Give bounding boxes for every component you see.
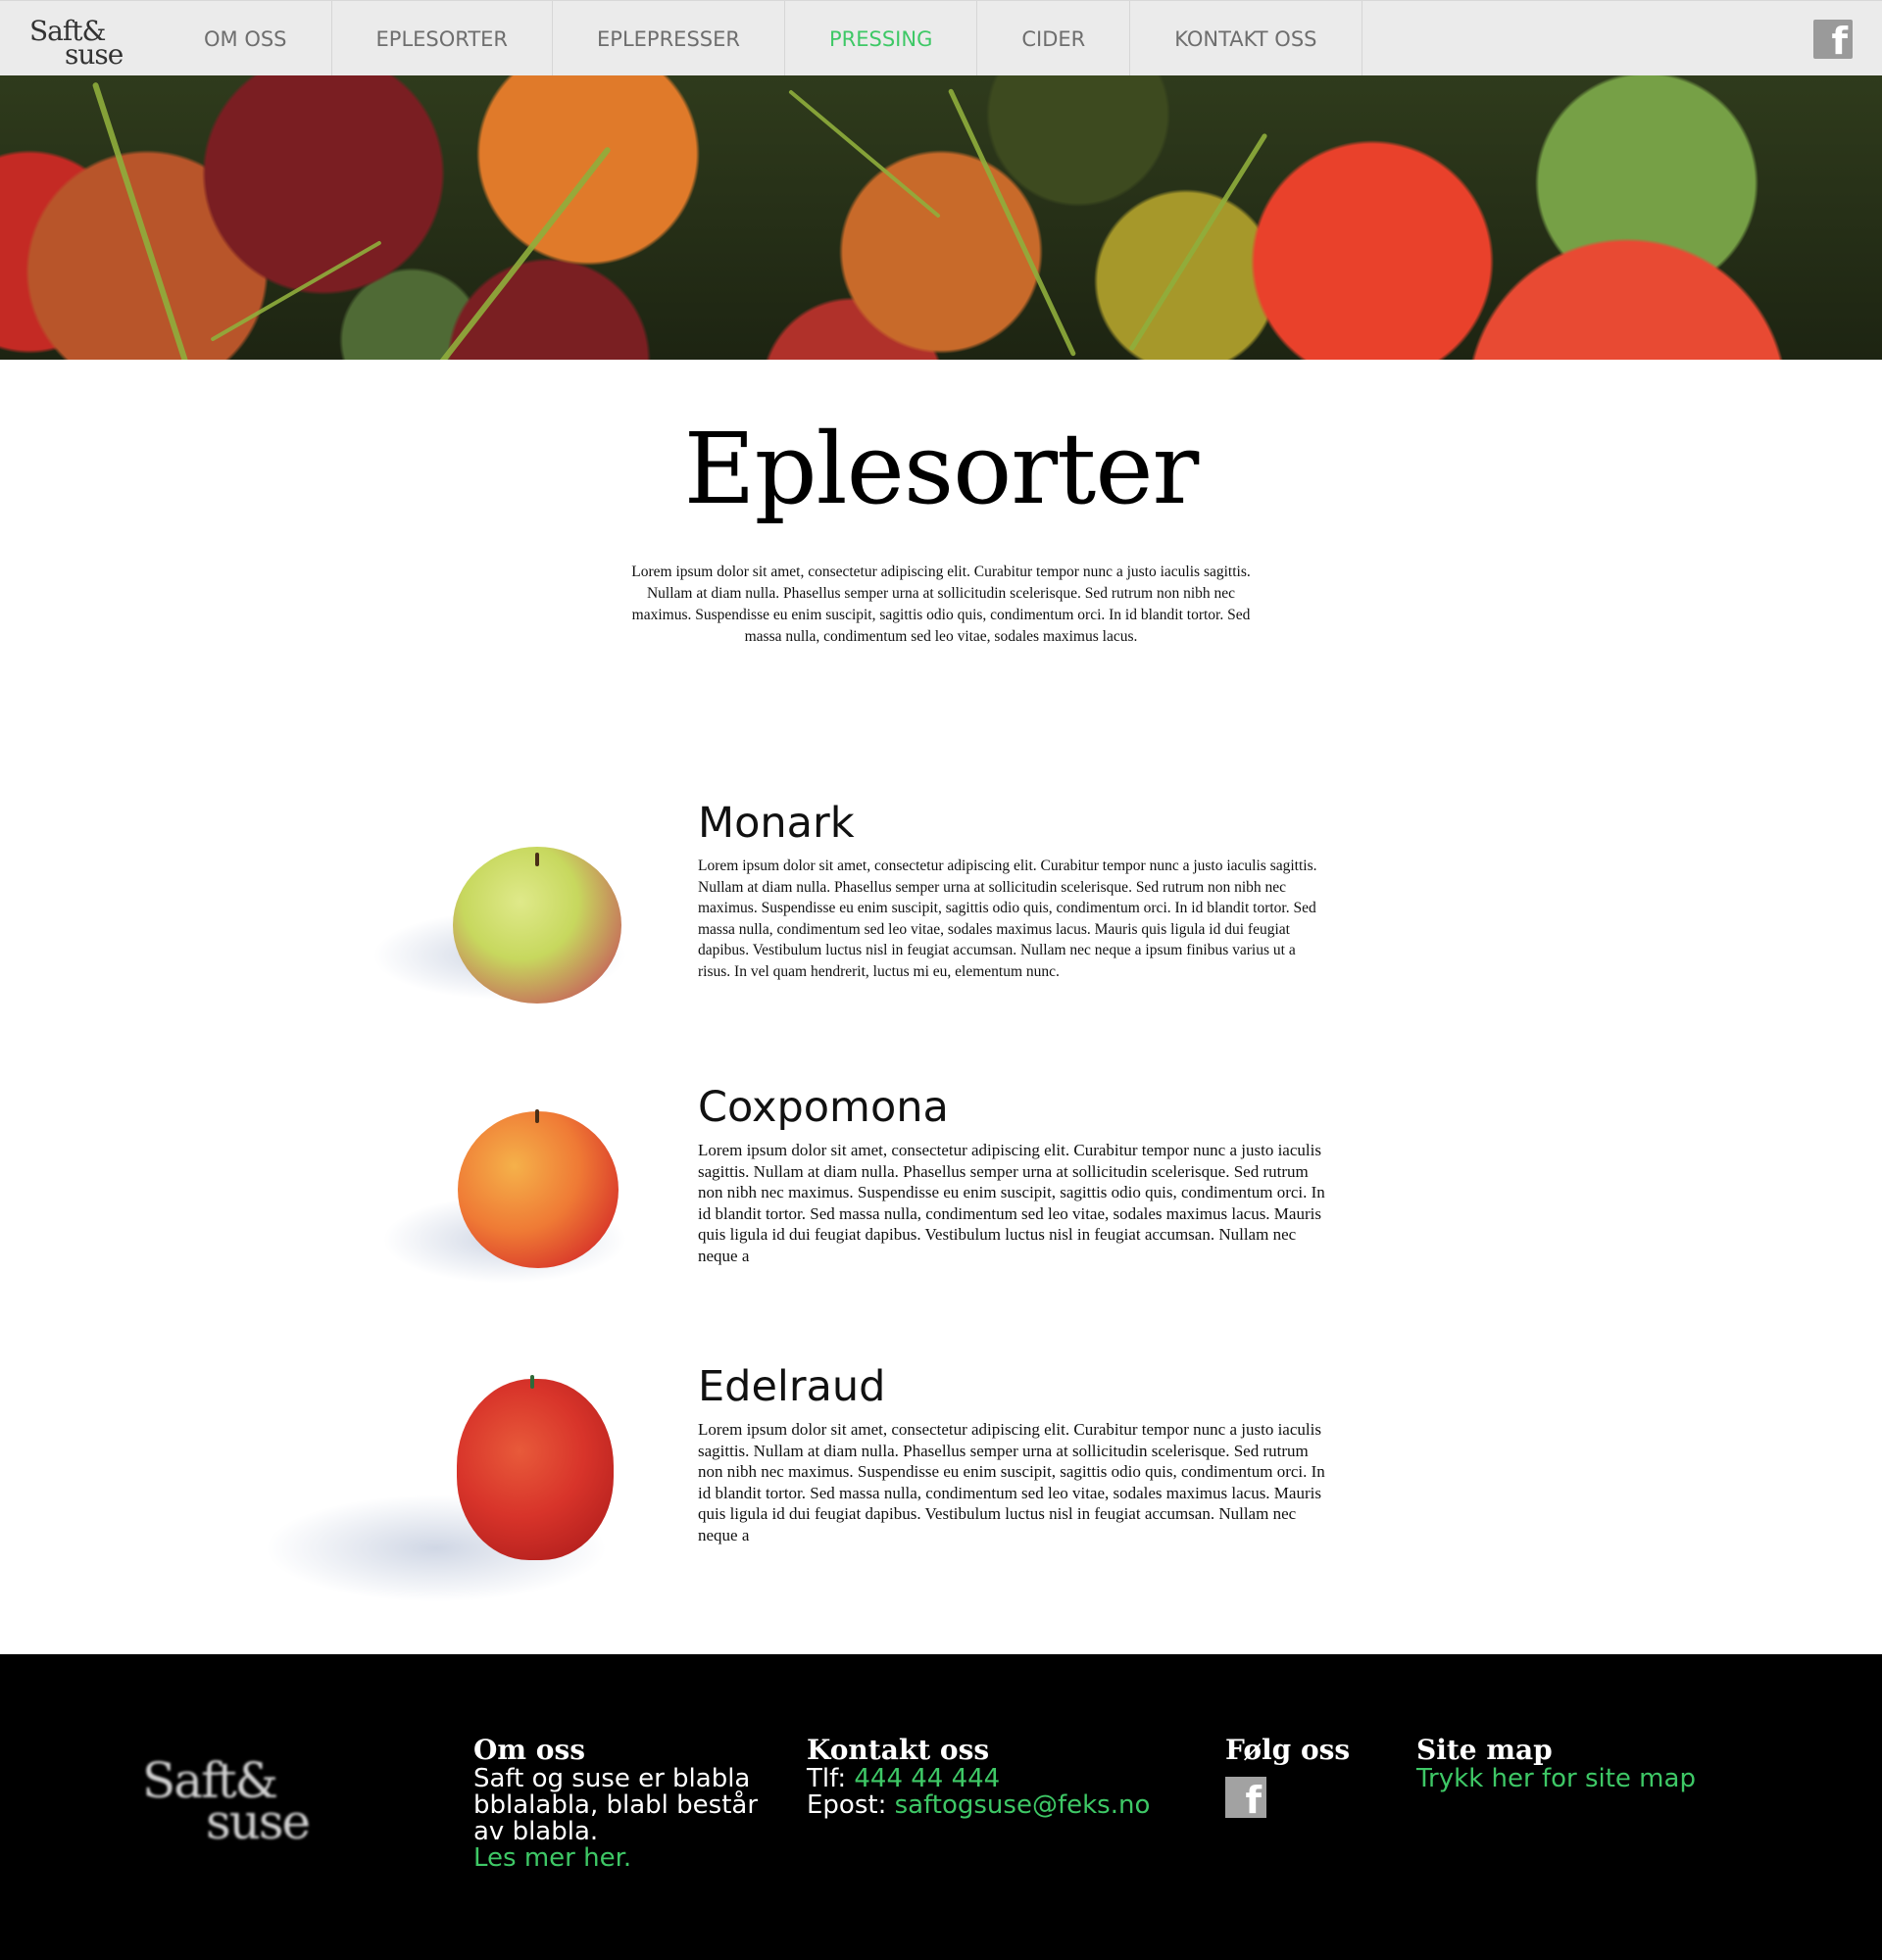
nav-item-eplepresser[interactable]: EPLEPRESSER (553, 1, 785, 76)
top-navigation: Saft& suse OM OSS EPLESORTER EPLEPRESSER… (0, 0, 1882, 76)
nav-item-kontakt-oss[interactable]: KONTAKT OSS (1130, 1, 1362, 76)
email-link[interactable]: saftogsuse@feks.no (895, 1790, 1151, 1820)
apple-image-edelraud (265, 1367, 647, 1622)
footer-about-line-2: bblalabla, blabl består (473, 1790, 759, 1820)
footer-about-line-1: Saft og suse er blabla (473, 1764, 751, 1793)
footer-sitemap-link[interactable]: Trykk her for site map (1416, 1766, 1789, 1792)
main-menu: OM OSS EPLESORTER EPLEPRESSER PRESSING C… (157, 1, 1362, 76)
hero-apples-image (0, 75, 1882, 360)
variety-name: Coxpomona (698, 1083, 949, 1132)
footer-logo-line-2: suse (206, 1793, 311, 1850)
footer-sitemap-heading: Site map (1416, 1734, 1553, 1766)
nav-item-eplesorter[interactable]: EPLESORTER (332, 1, 554, 76)
variety-description: Lorem ipsum dolor sit amet, consectetur … (698, 1141, 1325, 1265)
variety-edelraud: Edelraud Lorem ipsum dolor sit amet, con… (0, 1348, 1882, 1602)
nav-item-om-oss[interactable]: OM OSS (157, 1, 332, 76)
variety-description: Lorem ipsum dolor sit amet, consectetur … (698, 1420, 1325, 1544)
variety-name: Edelraud (698, 1362, 886, 1411)
footer-contact-heading: Kontakt oss (807, 1734, 990, 1766)
variety-name: Monark (698, 799, 855, 848)
logo-line-2: suse (65, 38, 124, 71)
page-title: Eplesorter (683, 412, 1200, 526)
footer-phone-row: Tlf: 444 44 444 (807, 1766, 1179, 1792)
variety-description: Lorem ipsum dolor sit amet, consectetur … (698, 858, 1317, 980)
apple-image-coxpomona (372, 1088, 667, 1323)
site-logo[interactable]: Saft& suse (29, 15, 127, 71)
footer-follow-heading: Følg oss (1225, 1734, 1351, 1766)
variety-monark: Monark Lorem ipsum dolor sit amet, conse… (0, 784, 1882, 1039)
footer-about-line-3: av blabla. (473, 1817, 599, 1846)
facebook-icon[interactable]: f (1225, 1777, 1266, 1822)
footer-about-heading: Om oss (473, 1734, 585, 1766)
phone-link[interactable]: 444 44 444 (854, 1764, 1000, 1793)
footer-read-more-link[interactable]: Les mer her. (473, 1845, 787, 1872)
footer-sitemap: Site map Trykk her for site map (1416, 1735, 1789, 1792)
variety-coxpomona: Coxpomona Lorem ipsum dolor sit amet, co… (0, 1068, 1882, 1323)
apple-image-monark (372, 804, 667, 1039)
footer-email-row: Epost: saftogsuse@feks.no (807, 1792, 1179, 1819)
footer-about: Om oss Saft og suse er blabla bblalabla,… (473, 1735, 787, 1872)
email-label: Epost: (807, 1790, 895, 1820)
footer-contact: Kontakt oss Tlf: 444 44 444 Epost: safto… (807, 1735, 1179, 1819)
nav-item-pressing[interactable]: PRESSING (785, 1, 978, 76)
phone-label: Tlf: (807, 1764, 855, 1793)
facebook-icon[interactable]: f (1813, 20, 1853, 63)
intro-text: Lorem ipsum dolor sit amet, consectetur … (631, 564, 1251, 645)
footer-logo[interactable]: Saft& suse (142, 1752, 328, 1850)
nav-item-cider[interactable]: CIDER (977, 1, 1131, 76)
footer-follow: Følg oss (1225, 1735, 1372, 1766)
site-footer: Saft& suse Om oss Saft og suse er blabla… (0, 1654, 1882, 1960)
